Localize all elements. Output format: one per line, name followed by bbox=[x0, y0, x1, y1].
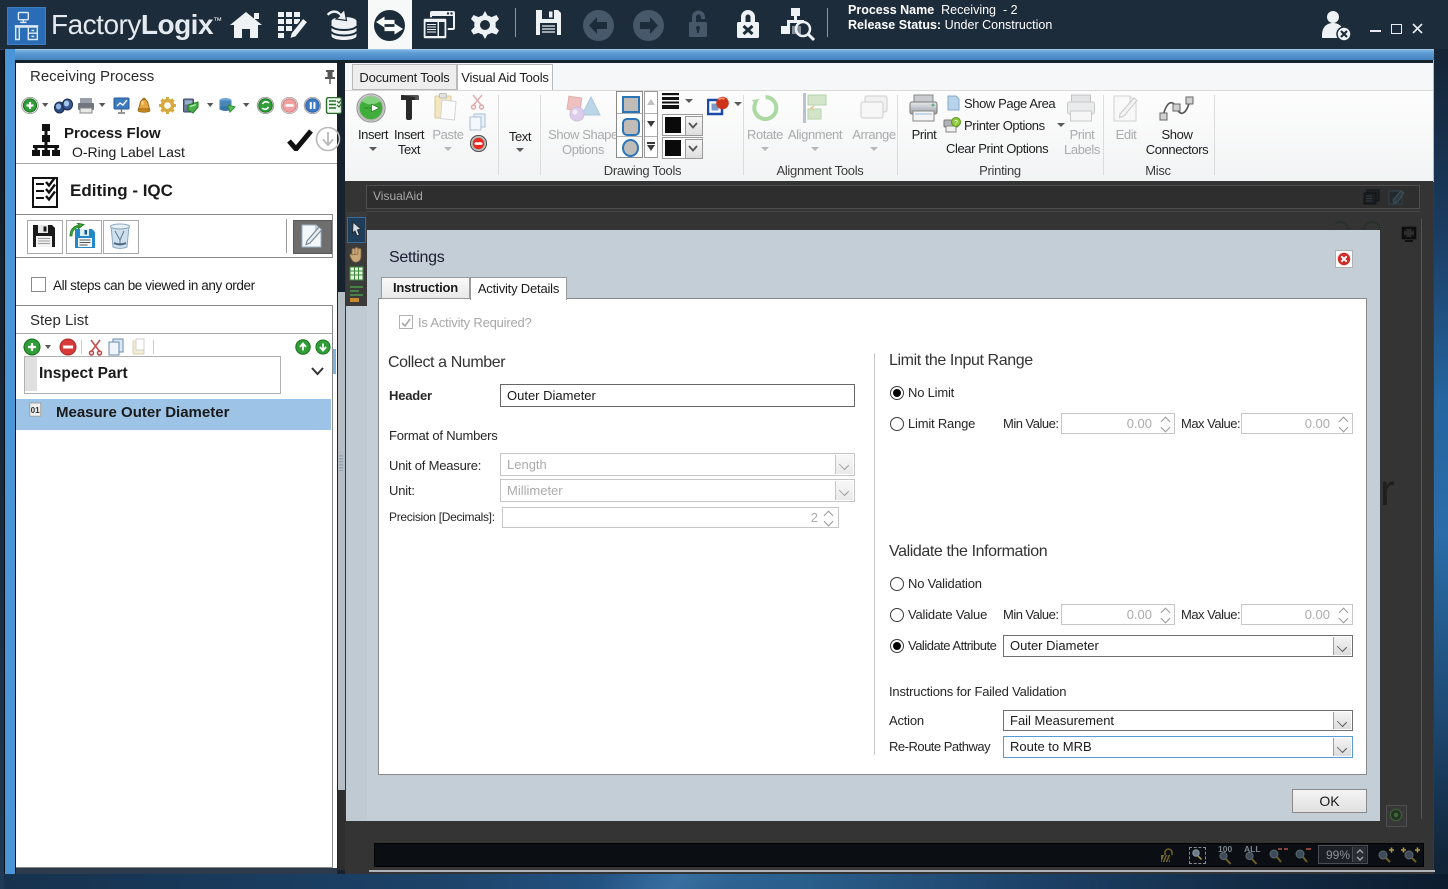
svg-text:01: 01 bbox=[31, 406, 41, 415]
svg-text:?: ? bbox=[954, 120, 958, 127]
